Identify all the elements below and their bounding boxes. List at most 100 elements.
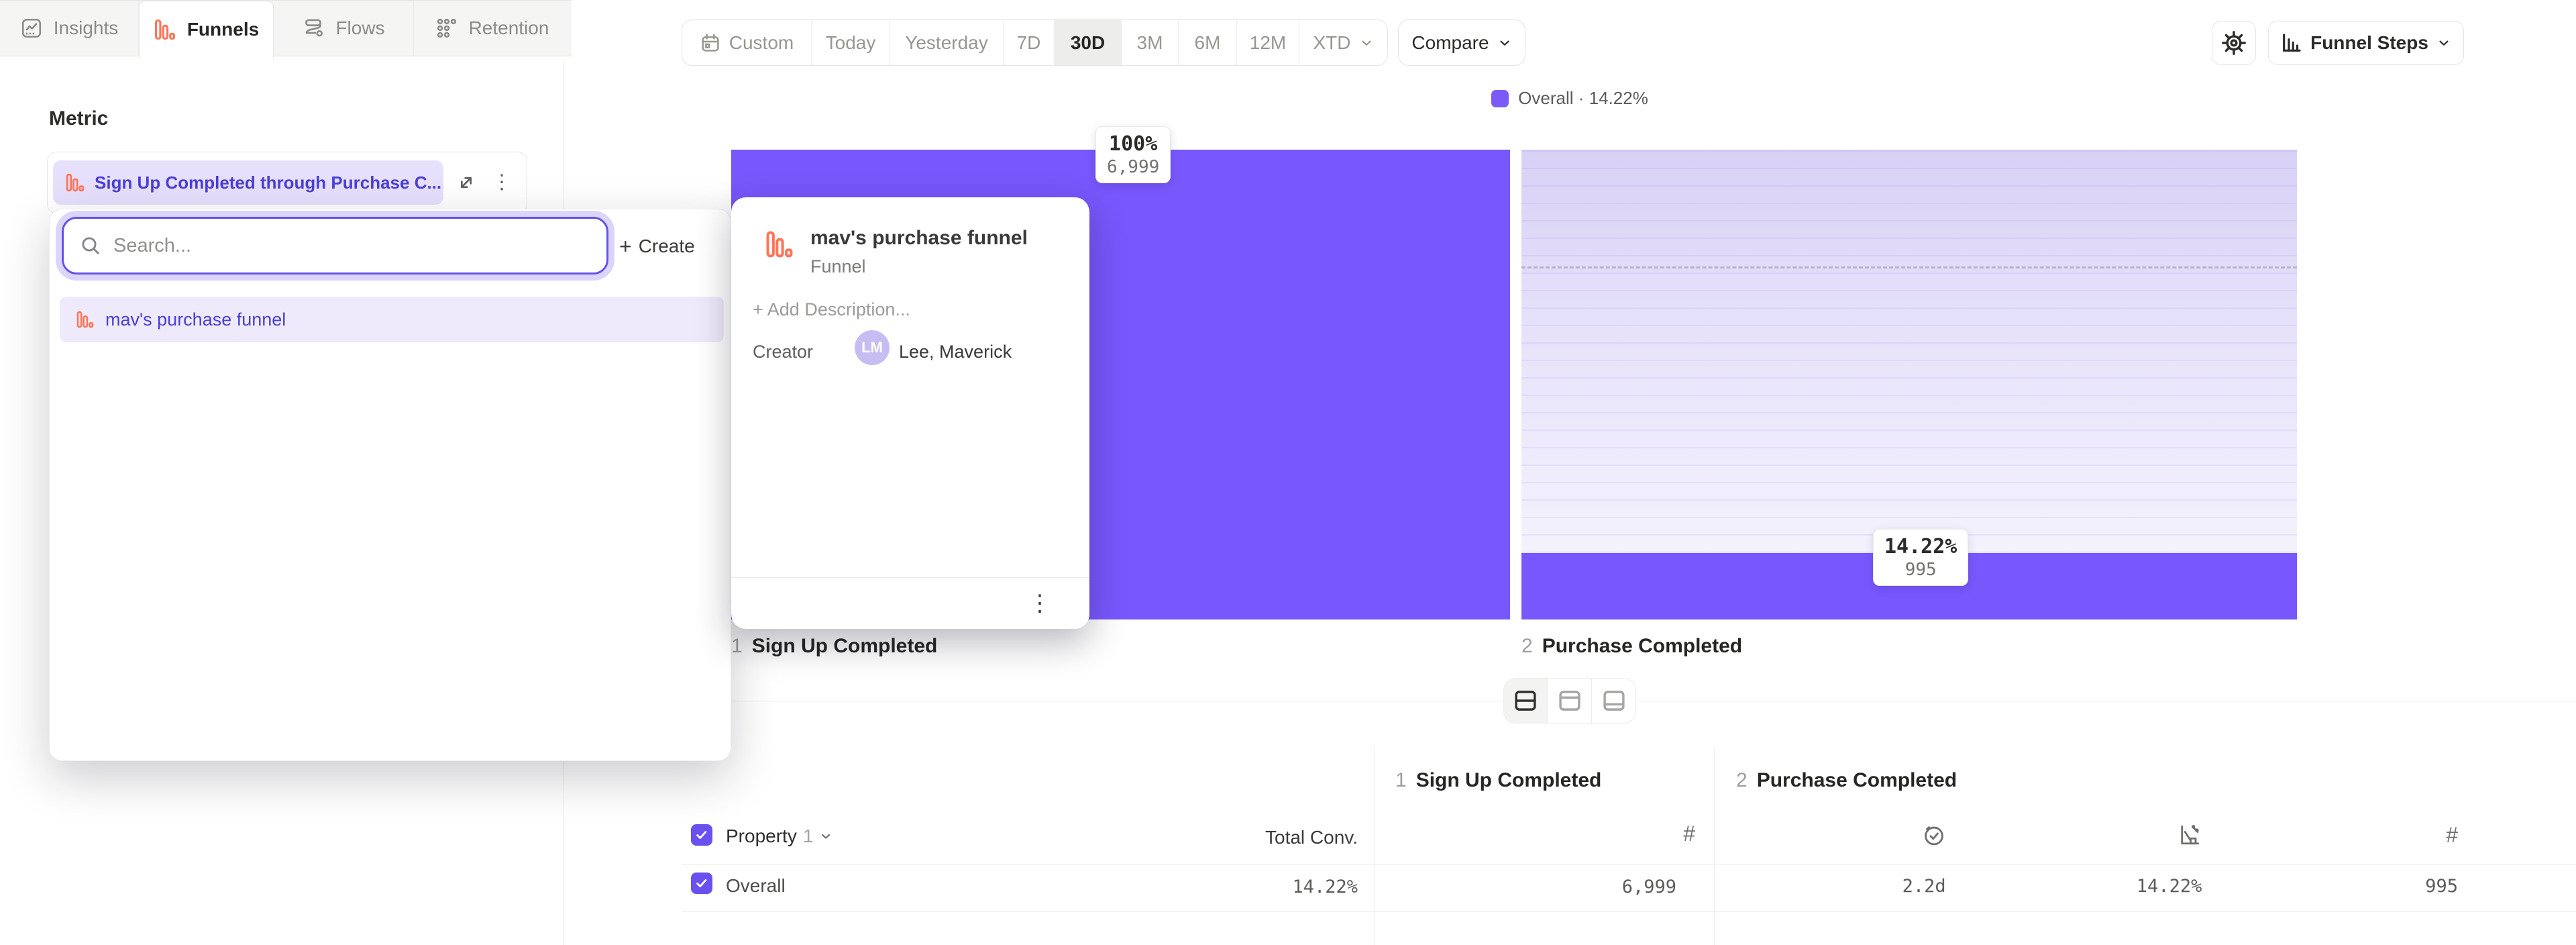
date-range-yesterday[interactable]: Yesterday — [890, 20, 1004, 65]
row-name[interactable]: Overall — [726, 875, 786, 897]
step2-value-badge: 14.22% 995 — [1873, 529, 1968, 586]
metric-kebab-menu[interactable]: ⋮ — [492, 172, 512, 193]
date-range-label: Today — [826, 32, 876, 54]
chart-legend: Overall · 14.22% — [564, 88, 2576, 109]
card-type-label: Funnel — [810, 256, 866, 277]
flows-icon — [302, 17, 325, 40]
add-description-button[interactable]: + Add Description... — [753, 299, 910, 320]
visualization-label: Funnel Steps — [2310, 32, 2428, 54]
date-range-today[interactable]: Today — [812, 20, 890, 65]
date-range-label: 6M — [1195, 32, 1221, 54]
report-tabs: Insights Funnels Flows Retention — [0, 0, 572, 56]
tab-insights[interactable]: Insights — [0, 1, 139, 56]
chevron-down-icon — [1359, 36, 1374, 50]
date-range-30d[interactable]: 30D — [1055, 20, 1122, 65]
total-conv-header: Total Conv. — [1089, 827, 1358, 848]
expand-metric-icon[interactable] — [455, 172, 477, 193]
chevron-down-icon — [819, 830, 833, 843]
step1-conversion-pct: 100% — [1107, 132, 1159, 156]
retention-icon — [435, 17, 458, 40]
date-range-label: 7D — [1017, 32, 1041, 54]
table-view-icon — [1601, 689, 1627, 712]
chart-settings-button[interactable] — [2212, 21, 2256, 65]
compare-button[interactable]: Compare — [1398, 19, 1525, 66]
table-header-step1: 1 Sign Up Completed — [1395, 769, 1601, 792]
step2-time-metric[interactable] — [1714, 817, 1970, 852]
chevron-down-icon — [1497, 36, 1512, 50]
step-number: 1 — [731, 635, 743, 658]
layout-split-view-button[interactable] — [1504, 679, 1548, 723]
step2-count: 995 — [1884, 560, 1957, 580]
table-row-divider — [682, 911, 2576, 912]
step1-count: 6,999 — [1107, 157, 1159, 177]
step2-metric-icons: # — [1714, 817, 2482, 852]
chevron-down-icon — [2436, 36, 2451, 50]
select-all-checkbox[interactable] — [691, 824, 712, 846]
date-range-label: 12M — [1250, 32, 1286, 54]
funnels-page: Insights Funnels Flows Retention — [0, 0, 2576, 945]
layout-toggle — [1503, 678, 1636, 724]
funnel-result-icon — [76, 310, 95, 329]
table-header-step2: 2 Purchase Completed — [1736, 769, 1957, 792]
date-range-xtd[interactable]: XTD — [1299, 20, 1387, 65]
step-number: 1 — [1395, 769, 1407, 792]
check-icon — [694, 876, 709, 891]
tab-funnels[interactable]: Funnels — [139, 1, 274, 58]
step2-conversion-pct: 14.22% — [1884, 535, 1957, 558]
tab-label: Flows — [335, 17, 384, 39]
property-selector[interactable]: Property 1 — [726, 826, 833, 847]
step2-rate-metric[interactable] — [1970, 817, 2226, 852]
legend-swatch — [1491, 90, 1509, 107]
step-name: Sign Up Completed — [752, 635, 938, 658]
layout-table-view-button[interactable] — [1592, 679, 1635, 723]
row-step2-count: 995 — [2425, 876, 2458, 897]
step1-count-metric-icon[interactable]: # — [1375, 822, 1695, 846]
tab-flows[interactable]: Flows — [274, 1, 414, 56]
split-view-icon — [1513, 689, 1538, 712]
row-step1-count: 6,999 — [1375, 877, 1695, 897]
search-result-funnel[interactable]: mav's purchase funnel — [60, 297, 724, 342]
funnel-dropoff-step2[interactable] — [1521, 150, 2297, 553]
step2-count-metric[interactable]: # — [2226, 817, 2482, 852]
row-checkbox-overall[interactable] — [691, 873, 712, 894]
funnel-metric-icon — [65, 172, 85, 193]
insights-icon — [20, 17, 43, 40]
step-name: Sign Up Completed — [1416, 769, 1602, 792]
card-kebab-menu[interactable]: ⋮ — [1028, 592, 1051, 615]
creator-label: Creator — [753, 342, 813, 362]
conversion-rate-icon — [2178, 823, 2202, 847]
step2-axis-label: 2 Purchase Completed — [1521, 635, 1742, 658]
property-index: 1 — [803, 826, 814, 847]
search-input[interactable] — [113, 235, 570, 257]
metric-pill[interactable]: Sign Up Completed through Purchase C... — [53, 160, 443, 205]
funnels-icon — [154, 18, 176, 41]
funnel-preview-card: mav's purchase funnel Funnel + Add Descr… — [731, 197, 1089, 629]
step-number: 2 — [1521, 635, 1533, 658]
date-range-label: Yesterday — [905, 32, 988, 54]
date-range-3m[interactable]: 3M — [1122, 20, 1179, 65]
date-range-7d[interactable]: 7D — [1004, 20, 1055, 65]
layout-chart-view-button[interactable] — [1548, 679, 1593, 723]
date-range-6m[interactable]: 6M — [1179, 20, 1237, 65]
tab-label: Retention — [469, 17, 549, 39]
create-label: Create — [639, 236, 695, 257]
creator-avatar: LM — [855, 330, 890, 365]
chart-view-icon — [1557, 689, 1582, 712]
dropoff-gridline — [1521, 266, 2297, 268]
date-range-label: 3M — [1137, 32, 1163, 54]
tab-retention[interactable]: Retention — [414, 1, 570, 56]
table-row-divider — [682, 864, 2576, 865]
tab-label: Funnels — [187, 19, 259, 40]
legend-label: Overall · 14.22% — [1518, 88, 1648, 109]
step-number: 2 — [1736, 769, 1748, 792]
compare-label: Compare — [1411, 32, 1489, 54]
row-total-conv: 14.22% — [1089, 877, 1358, 897]
metric-card: Sign Up Completed through Purchase C... … — [47, 152, 527, 213]
date-range-custom[interactable]: Custom — [682, 20, 812, 65]
create-button[interactable]: + Create — [619, 232, 695, 261]
time-to-convert-icon — [1922, 823, 1946, 847]
date-range-12m[interactable]: 12M — [1237, 20, 1299, 65]
visualization-selector[interactable]: Funnel Steps — [2268, 21, 2464, 65]
step-name: Purchase Completed — [1757, 769, 1957, 792]
metric-pill-label: Sign Up Completed through Purchase C... — [95, 172, 441, 193]
